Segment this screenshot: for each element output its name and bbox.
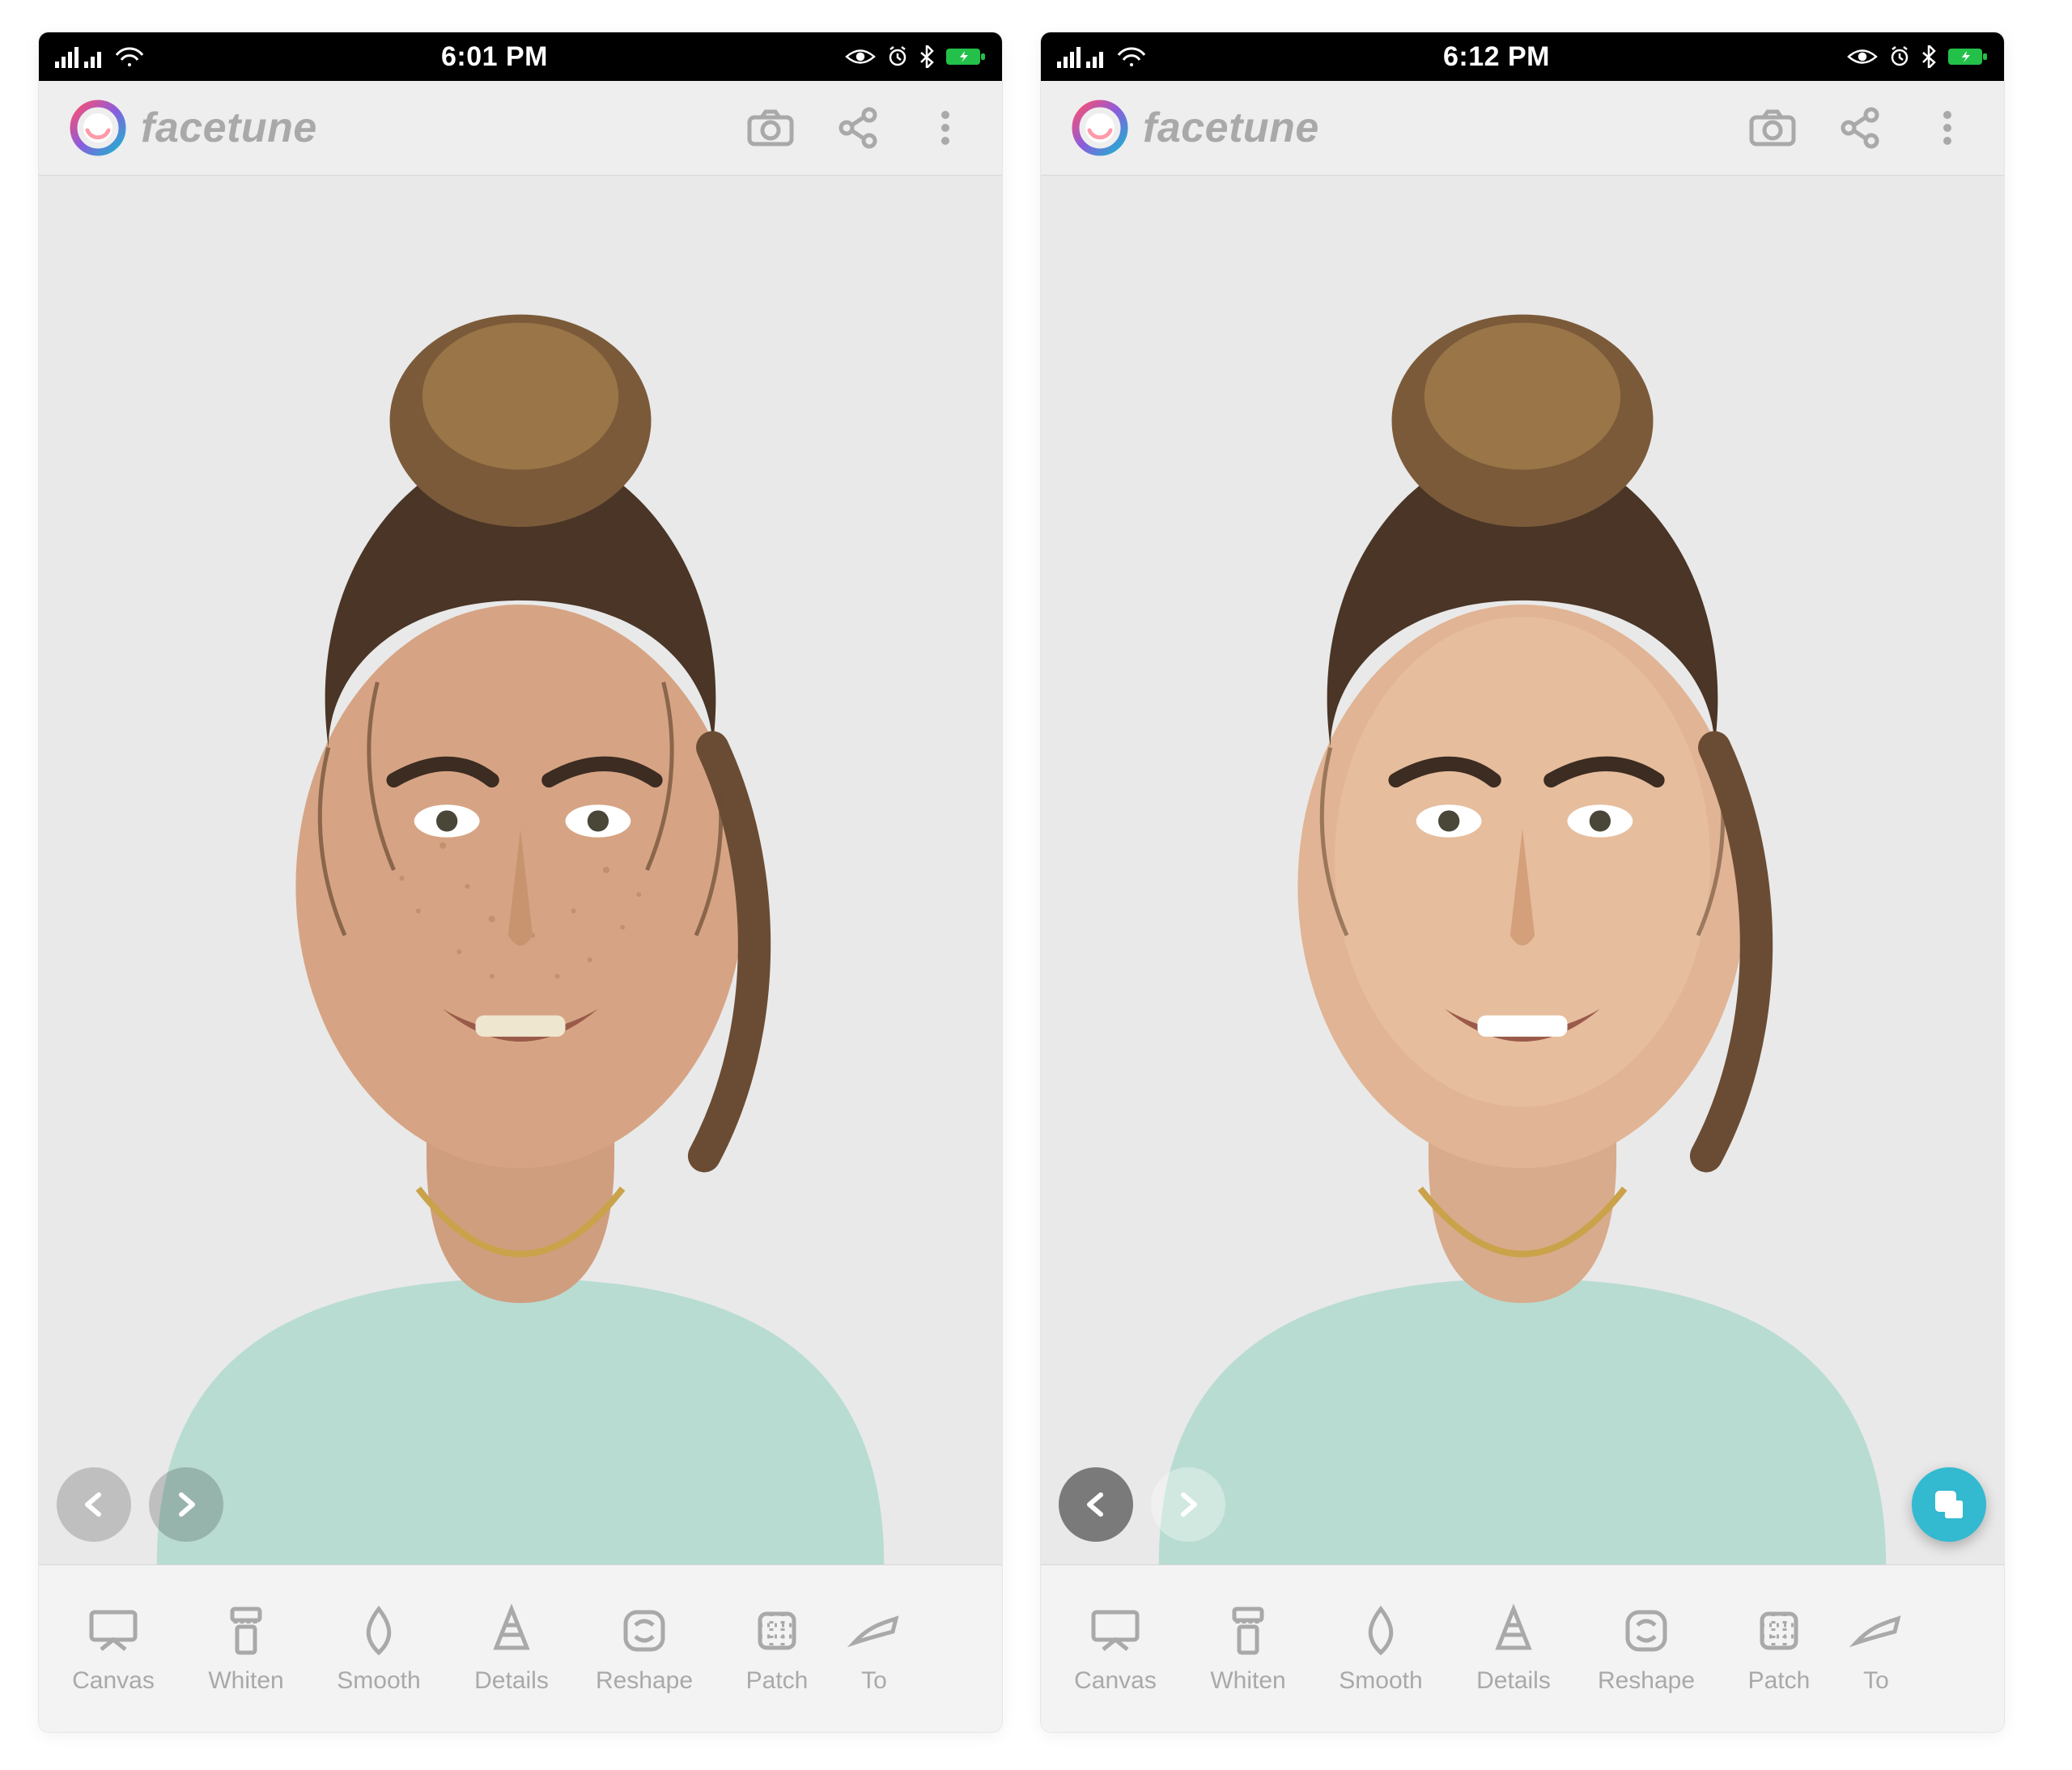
camera-button[interactable] bbox=[1747, 102, 1798, 154]
undo-button[interactable] bbox=[57, 1467, 131, 1542]
wifi-icon bbox=[1117, 45, 1146, 68]
tool-reshape[interactable]: Reshape bbox=[578, 1565, 711, 1732]
tool-label: Smooth bbox=[1339, 1667, 1422, 1695]
phone-screenshot-after: 6:12 PM facetun bbox=[1041, 32, 2004, 1732]
app-name: facetune bbox=[141, 104, 317, 152]
tool-details[interactable]: Details bbox=[445, 1565, 578, 1732]
portrait-image bbox=[39, 176, 1002, 1564]
app-header: facetune bbox=[39, 81, 1002, 176]
tool-label: To bbox=[861, 1667, 887, 1695]
tool-whiten[interactable]: Whiten bbox=[180, 1565, 312, 1732]
eye-icon bbox=[845, 48, 876, 66]
tool-label: To bbox=[1863, 1667, 1889, 1695]
tool-label: Patch bbox=[1748, 1667, 1811, 1695]
photo-canvas[interactable] bbox=[39, 176, 1002, 1564]
battery-icon bbox=[945, 46, 986, 67]
tool-tones[interactable]: To bbox=[1845, 1565, 1907, 1732]
status-bar: 6:12 PM bbox=[1041, 32, 2004, 81]
tool-canvas[interactable]: Canvas bbox=[1049, 1565, 1182, 1732]
signal-icon bbox=[55, 45, 104, 68]
camera-button[interactable] bbox=[745, 102, 796, 154]
tool-patch[interactable]: Patch bbox=[711, 1565, 843, 1732]
phone-screenshot-before: 6:01 PM fa bbox=[39, 32, 1002, 1732]
tool-bar: Canvas Whiten Smooth Details Reshape Pat… bbox=[39, 1564, 1002, 1732]
redo-button[interactable] bbox=[1151, 1467, 1225, 1542]
app-header: facetune bbox=[1041, 81, 2004, 176]
status-bar: 6:01 PM bbox=[39, 32, 1002, 81]
bluetooth-icon bbox=[1921, 45, 1936, 68]
tool-smooth[interactable]: Smooth bbox=[312, 1565, 445, 1732]
alarm-icon bbox=[1889, 46, 1910, 67]
share-button[interactable] bbox=[832, 102, 884, 154]
photo-canvas[interactable] bbox=[1041, 176, 2004, 1564]
tool-label: Reshape bbox=[596, 1667, 693, 1695]
portrait-image bbox=[1041, 176, 2004, 1564]
signal-icon bbox=[1057, 45, 1106, 68]
tool-label: Canvas bbox=[72, 1667, 155, 1695]
tool-whiten[interactable]: Whiten bbox=[1182, 1565, 1314, 1732]
app-logo-icon bbox=[70, 100, 126, 156]
tool-canvas[interactable]: Canvas bbox=[47, 1565, 180, 1732]
more-menu-button[interactable] bbox=[919, 102, 971, 154]
app-name: facetune bbox=[1143, 104, 1319, 152]
tool-label: Whiten bbox=[208, 1667, 283, 1695]
tool-reshape[interactable]: Reshape bbox=[1580, 1565, 1713, 1732]
alarm-icon bbox=[887, 46, 908, 67]
more-menu-button[interactable] bbox=[1921, 102, 1973, 154]
status-time: 6:12 PM bbox=[1443, 41, 1550, 73]
tool-label: Details bbox=[1476, 1667, 1551, 1695]
tool-patch[interactable]: Patch bbox=[1713, 1565, 1845, 1732]
compare-fab[interactable] bbox=[1912, 1467, 1986, 1542]
tool-bar: Canvas Whiten Smooth Details Reshape Pat… bbox=[1041, 1564, 2004, 1732]
share-button[interactable] bbox=[1834, 102, 1886, 154]
app-logo-icon bbox=[1072, 100, 1128, 156]
tool-label: Smooth bbox=[337, 1667, 420, 1695]
tool-label: Details bbox=[474, 1667, 549, 1695]
tool-label: Patch bbox=[746, 1667, 809, 1695]
tool-tones[interactable]: To bbox=[843, 1565, 905, 1732]
tool-label: Canvas bbox=[1074, 1667, 1157, 1695]
tool-details[interactable]: Details bbox=[1447, 1565, 1580, 1732]
eye-icon bbox=[1847, 48, 1878, 66]
undo-button[interactable] bbox=[1059, 1467, 1133, 1542]
bluetooth-icon bbox=[919, 45, 934, 68]
tool-smooth[interactable]: Smooth bbox=[1314, 1565, 1447, 1732]
tool-label: Whiten bbox=[1210, 1667, 1285, 1695]
battery-icon bbox=[1947, 46, 1988, 67]
status-time: 6:01 PM bbox=[441, 41, 548, 73]
wifi-icon bbox=[115, 45, 144, 68]
tool-label: Reshape bbox=[1598, 1667, 1695, 1695]
redo-button[interactable] bbox=[149, 1467, 223, 1542]
